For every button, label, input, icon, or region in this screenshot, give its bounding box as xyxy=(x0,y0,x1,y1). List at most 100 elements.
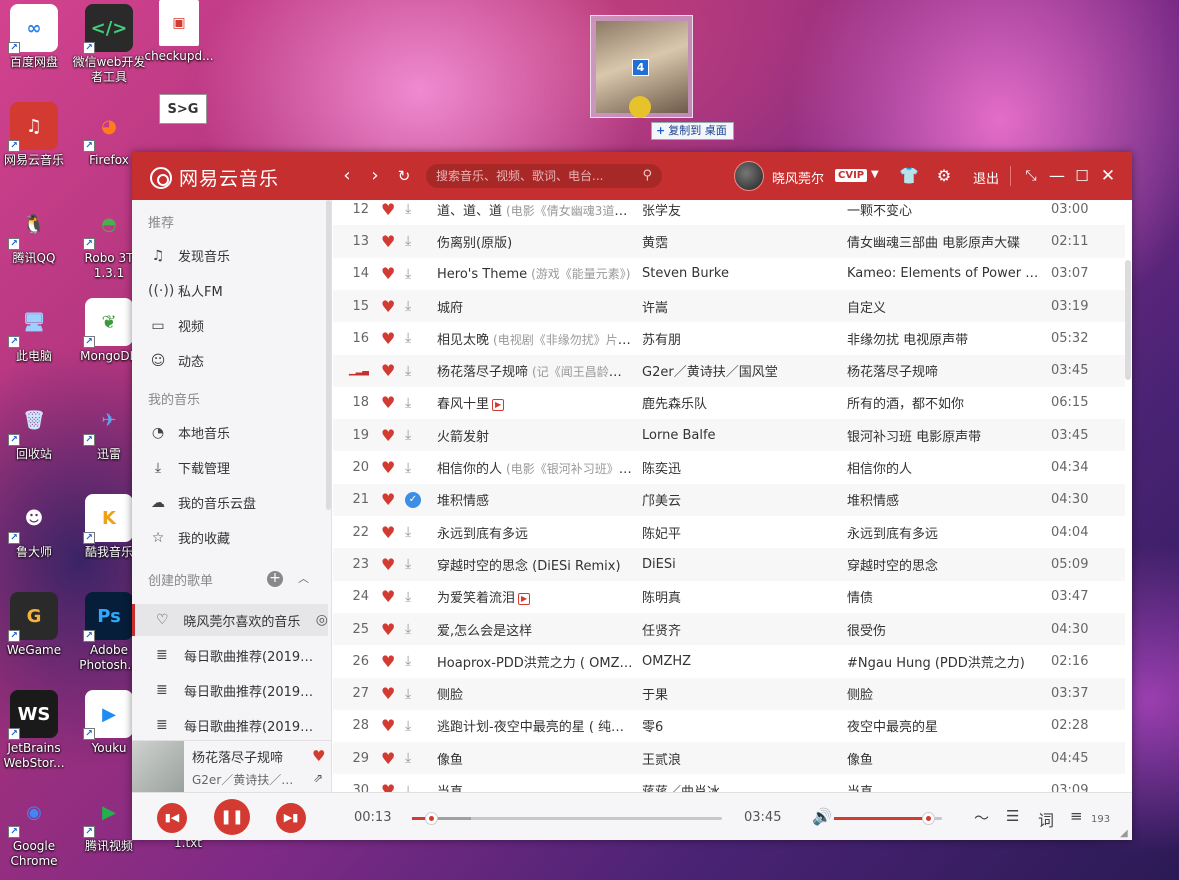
song-album[interactable]: #Ngau Hung (PDD洪荒之力) xyxy=(847,652,1039,671)
song-artist[interactable]: 张学友 xyxy=(642,200,832,219)
song-album[interactable]: 穿越时空的思念 xyxy=(847,555,1039,574)
song-title-cell[interactable]: 杨花落尽子规啼 (记《闻王昌龄左迁》) xyxy=(437,361,633,380)
volume-knob[interactable] xyxy=(921,812,935,825)
desktop-icon[interactable]: ∞ ↗ 百度网盘 xyxy=(0,4,72,70)
song-album[interactable]: 像鱼 xyxy=(847,749,1039,768)
table-row[interactable]: 25 ♥ ⤓ 爱,怎么会是这样 任贤齐 很受伤 04:30 xyxy=(333,612,1125,646)
song-artist[interactable]: 蒋蒋／曲肖冰 xyxy=(642,781,832,792)
song-artist[interactable]: 任贤齐 xyxy=(642,620,832,639)
song-title-cell[interactable]: 伤离别(原版) xyxy=(437,232,633,251)
song-title-cell[interactable]: 爱,怎么会是这样 xyxy=(437,620,633,639)
like-heart-icon[interactable]: ♥ xyxy=(381,329,399,348)
desktop-icon[interactable]: 🗑 ↗ 回收站 xyxy=(0,396,72,462)
like-heart-icon[interactable]: ♥ xyxy=(381,716,399,735)
sidebar-item[interactable]: ⤓ 下载管理 xyxy=(148,458,230,478)
song-title-cell[interactable]: 堆积情感 xyxy=(437,490,633,509)
like-heart-icon[interactable]: ♥ xyxy=(381,684,399,703)
download-icon[interactable]: ⤓ xyxy=(405,427,423,443)
mv-icon[interactable]: ▶ xyxy=(492,399,505,412)
back-button[interactable]: ‹ xyxy=(336,166,358,188)
search-input[interactable]: 搜索音乐、视频、歌词、电台... ⚲ xyxy=(426,164,662,188)
playlist-item[interactable]: ≣ 每日歌曲推荐(2019.0... xyxy=(132,639,328,671)
add-playlist-button[interactable]: + xyxy=(267,571,283,587)
previous-track-button[interactable]: ▮◀ xyxy=(157,803,187,833)
download-icon[interactable]: ⤓ xyxy=(405,395,423,411)
like-heart-icon[interactable]: ♥ xyxy=(312,747,325,765)
desktop-icon-checkupdate[interactable]: ▣ checkupd... xyxy=(141,0,217,64)
progress-knob[interactable] xyxy=(424,812,438,825)
song-title-cell[interactable]: 穿越时空的思念 (DiESi Remix) xyxy=(437,555,633,574)
song-artist[interactable]: OMZHZ xyxy=(642,654,832,669)
song-title-cell[interactable]: 火箭发射 xyxy=(437,426,633,445)
logout-button[interactable]: 退出 xyxy=(973,168,999,187)
song-album[interactable]: 倩女幽魂三部曲 电影原声大碟 xyxy=(847,232,1039,251)
sidebar-item[interactable]: ☺ 动态 xyxy=(148,351,204,371)
download-icon[interactable]: ⤓ xyxy=(405,524,423,540)
sidebar-item[interactable]: ◔ 本地音乐 xyxy=(148,423,230,443)
song-title-cell[interactable]: 侧脸 xyxy=(437,684,633,703)
download-icon[interactable]: ⤓ xyxy=(405,783,423,792)
song-artist[interactable]: DiESi xyxy=(642,557,832,572)
download-icon[interactable]: ⤓ xyxy=(405,233,423,249)
table-row[interactable]: 13 ♥ ⤓ 伤离别(原版) 黄霑 倩女幽魂三部曲 电影原声大碟 02:11 xyxy=(333,225,1125,258)
download-icon[interactable]: ⤓ xyxy=(405,653,423,669)
song-artist[interactable]: Lorne Balfe xyxy=(642,428,832,443)
download-icon[interactable]: ⤓ xyxy=(405,330,423,346)
song-artist[interactable]: 邝美云 xyxy=(642,490,832,509)
sidebar-item[interactable]: ((·)) 私人FM xyxy=(148,281,223,301)
song-album[interactable]: 自定义 xyxy=(847,297,1039,316)
gear-icon[interactable]: ⚙ xyxy=(933,165,955,187)
sidebar-item[interactable]: ♫ 发现音乐 xyxy=(148,246,230,266)
song-title-cell[interactable]: 永远到底有多远 xyxy=(437,523,633,542)
playlist-item[interactable]: ≣ 每日歌曲推荐(2019.0... xyxy=(132,709,328,740)
volume-icon[interactable]: 🔊 xyxy=(812,807,832,826)
song-album[interactable]: 很受伤 xyxy=(847,620,1039,639)
chevron-down-icon[interactable]: ▼ xyxy=(871,169,879,180)
sound-effect-icon[interactable]: 〜 xyxy=(974,807,989,828)
share-icon[interactable]: ⇗ xyxy=(313,771,323,785)
like-heart-icon[interactable]: ♥ xyxy=(381,393,399,412)
desktop-icon[interactable]: G ↗ WeGame xyxy=(0,592,72,658)
desktop-icon[interactable]: </> ↗ 微信web开发者工具 xyxy=(71,4,147,85)
like-heart-icon[interactable]: ♥ xyxy=(381,297,399,316)
download-icon[interactable]: ⤓ xyxy=(405,363,423,379)
song-title-cell[interactable]: 道、道、道(电影《倩女幽魂3道道道》) xyxy=(437,200,633,219)
song-title-cell[interactable]: Hoaprox-PDD洪荒之力 ( OMZHZ Remix) xyxy=(437,652,633,671)
table-row[interactable]: 14 ♥ ⤓ Hero's Theme (游戏《能量元素》) Steven Burke Ka… xyxy=(333,258,1125,290)
table-row[interactable]: 22 ♥ ⤓ 永远到底有多远 陈妃平 永远到底有多远 04:04 xyxy=(333,516,1125,548)
username[interactable]: 晓风莞尔 xyxy=(772,168,824,187)
pause-button[interactable]: ❚❚ xyxy=(214,799,250,835)
table-row[interactable]: 19 ♥ ⤓ 火箭发射 Lorne Balfe 银河补习班 电影原声带 03:45 xyxy=(333,419,1125,452)
now-playing-title[interactable]: 杨花落尽子规啼 xyxy=(192,747,310,766)
download-icon[interactable]: ⤓ xyxy=(405,718,423,734)
app-logo[interactable]: 网易云音乐 xyxy=(150,164,279,191)
table-row[interactable]: 20♥⤓相信你的人(电影《银河补习班》主题曲)陈奕迅相信你的人04:34 xyxy=(333,451,1125,483)
resize-grip-icon[interactable]: ◢ xyxy=(1120,828,1128,839)
table-row[interactable]: 24 ♥ ⤓ 为爱笑着流泪 ▶ 陈明真 情债 03:47 xyxy=(333,581,1125,613)
song-title-cell[interactable]: 城府 xyxy=(437,297,633,316)
desktop-icon[interactable]: ♫ ↗ 网易云音乐 xyxy=(0,102,72,168)
song-title-cell[interactable]: 逃跑计划-夜空中最亮的星 ( 纯音乐 ) xyxy=(437,716,633,735)
vip-badge[interactable]: CVIP xyxy=(835,169,868,182)
table-row[interactable]: 23 ♥ ⤓ 穿越时空的思念 (DiESi Remix) DiESi 穿越时空的思念 05:… xyxy=(333,548,1125,581)
like-heart-icon[interactable]: ♥ xyxy=(381,458,399,477)
download-icon[interactable]: ⤓ xyxy=(405,750,423,766)
collapse-chevron-icon[interactable]: ︿ xyxy=(298,570,309,586)
song-artist[interactable]: 王贰浪 xyxy=(642,749,832,768)
song-album[interactable]: 银河补习班 电影原声带 xyxy=(847,426,1039,445)
song-artist[interactable]: 于果 xyxy=(642,684,832,703)
song-artist[interactable]: 零6 xyxy=(642,716,832,735)
song-title-cell[interactable]: 像鱼 xyxy=(437,749,633,768)
song-artist[interactable]: G2er／黄诗扶／国风堂 xyxy=(642,361,832,380)
download-icon[interactable]: ⤓ xyxy=(405,298,423,314)
song-album[interactable]: 非缘勿扰 电视原声带 xyxy=(847,329,1039,348)
maximize-icon[interactable]: ☐ xyxy=(1071,165,1093,187)
song-artist[interactable]: 许嵩 xyxy=(642,297,832,316)
table-row[interactable]: 15 ♥ ⤓ 城府 许嵩 自定义 03:19 xyxy=(333,289,1125,323)
song-title-cell[interactable]: 为爱笑着流泪 ▶ xyxy=(437,587,633,606)
like-heart-icon[interactable]: ♥ xyxy=(381,490,399,509)
desktop-icon[interactable]: ◉ ↗ Google Chrome xyxy=(0,788,72,869)
now-playing-mini[interactable]: 杨花落尽子规啼 G2er／黄诗扶／国... ♥ ⇗ xyxy=(132,740,332,793)
download-icon[interactable]: ⤓ xyxy=(405,556,423,572)
desktop-icon-image-file[interactable]: S>G xyxy=(145,94,221,127)
